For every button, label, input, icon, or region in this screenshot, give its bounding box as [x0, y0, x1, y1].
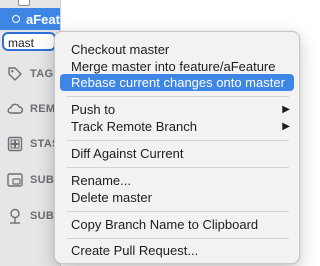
branch-dot-icon [12, 15, 20, 23]
menu-separator [67, 167, 289, 168]
context-menu: Checkout master Merge master into featur… [54, 31, 300, 264]
sidebar-item-afeature[interactable]: aFeature [0, 8, 80, 30]
tag-icon [8, 67, 22, 81]
submenu-arrow-icon: ▶ [282, 121, 290, 132]
menu-separator [67, 140, 289, 141]
submodule-icon [7, 173, 23, 187]
menu-separator [67, 96, 289, 97]
menu-item-merge[interactable]: Merge master into feature/aFeature [60, 58, 294, 75]
menu-item-label: Push to [71, 102, 116, 117]
submenu-arrow-icon: ▶ [282, 104, 290, 115]
menu-separator [67, 211, 289, 212]
stash-icon [7, 136, 23, 152]
menu-item-push-to[interactable]: Push to ▶ [60, 101, 294, 118]
menu-item-create-pr[interactable]: Create Pull Request... [60, 242, 294, 259]
menu-item-label: Track Remote Branch [71, 119, 197, 134]
menu-separator [67, 238, 289, 239]
sidebar-item-label: mast [8, 36, 35, 50]
subtree-icon [10, 208, 20, 224]
menu-item-rename[interactable]: Rename... [60, 172, 294, 189]
cloud-icon [7, 103, 24, 114]
menu-item-checkout[interactable]: Checkout master [60, 41, 294, 58]
menu-item-copy-name[interactable]: Copy Branch Name to Clipboard [60, 216, 294, 233]
branch-icon [18, 0, 30, 6]
menu-item-delete[interactable]: Delete master [60, 189, 294, 206]
menu-item-diff[interactable]: Diff Against Current [60, 145, 294, 162]
sidebar-item-master[interactable]: mast [2, 32, 56, 51]
menu-item-rebase[interactable]: Rebase current changes onto master [60, 74, 294, 91]
sidebar: aFeature mast TAGS REMO STAS SUBI SUBT [0, 0, 80, 266]
sidebar-item-label: aFeature [26, 11, 81, 27]
menu-item-track-remote[interactable]: Track Remote Branch ▶ [60, 118, 294, 135]
